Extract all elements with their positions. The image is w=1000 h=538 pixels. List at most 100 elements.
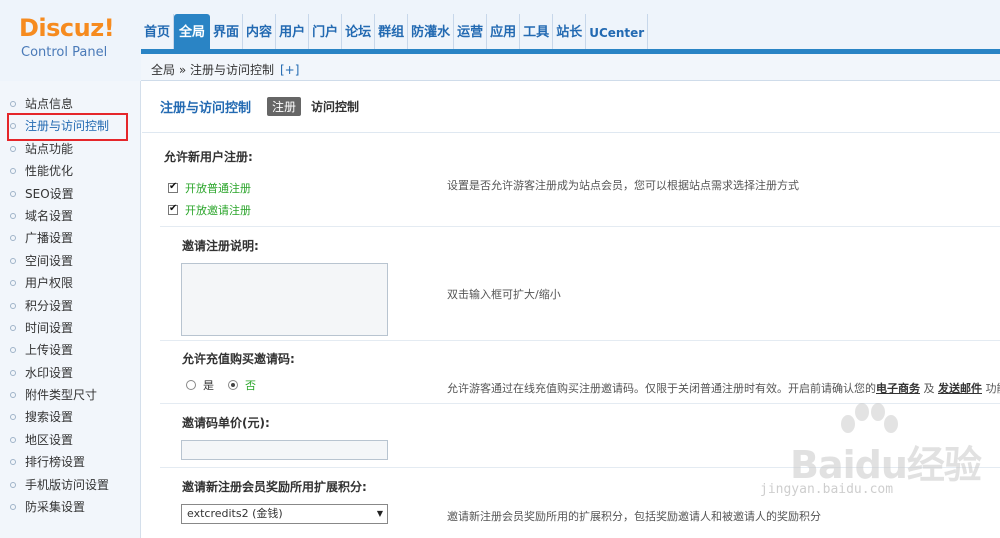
row-divider [160, 403, 1000, 404]
invite-desc-label: 邀请注册说明: [182, 239, 259, 253]
sidebar-item-label: 地区设置 [25, 432, 74, 447]
bullet-icon [10, 257, 16, 264]
radio-yes[interactable]: 是 [186, 377, 214, 393]
sidebar-item-label: 防采集设置 [25, 500, 86, 515]
title-row: 注册与访问控制 注册 访问控制 [160, 97, 359, 116]
sidebar-list: 站点信息注册与访问控制 站点功能性能优化 SEO设置域名设置广播设置空间设置用户权限… [0, 93, 141, 518]
sidebar-item-15[interactable]: 地区设置 [0, 429, 141, 451]
allow-buy-label: 允许充值购买邀请码: [182, 352, 295, 366]
logo-sub: Control Panel [21, 45, 108, 60]
nav-item-10[interactable]: 应用 [487, 14, 521, 49]
bullet-icon [10, 123, 16, 130]
sidebar-item-14[interactable]: 搜索设置 [0, 406, 141, 428]
sidebar-item-17[interactable]: 手机版访问设置 [0, 474, 141, 496]
select-value: extcredits2 (金钱) [187, 507, 283, 520]
nav-item-3[interactable]: 内容 [243, 14, 277, 49]
nav-item-9[interactable]: 运营 [454, 14, 488, 49]
invite-desc-hint: 双击输入框可扩大/缩小 [447, 288, 561, 301]
sidebar-item-11[interactable]: 上传设置 [0, 339, 141, 361]
sidebar-item-label: SEO设置 [25, 186, 74, 201]
sidebar-item-18[interactable]: 防采集设置 [0, 496, 141, 518]
sidebar-item-label: 域名设置 [25, 208, 74, 223]
send-mail-link[interactable]: 发送邮件 [938, 382, 982, 395]
tab-access-control[interactable]: 访问控制 [311, 98, 359, 115]
sidebar-item-3[interactable]: 性能优化 [0, 160, 141, 182]
ecommerce-link[interactable]: 电子商务 [876, 382, 920, 395]
reward-credit-label: 邀请新注册会员奖励所用扩展积分: [182, 480, 367, 494]
bullet-icon [10, 101, 16, 107]
price-input[interactable] [181, 440, 388, 460]
nav-item-1[interactable]: 全局 [174, 14, 211, 49]
sidebar-item-label: 性能优化 [25, 164, 74, 179]
sidebar-item-label: 站点功能 [25, 141, 74, 156]
checkbox-invite-register[interactable]: 开放邀请注册 [168, 202, 251, 218]
bullet-icon [10, 392, 16, 399]
sidebar-item-5[interactable]: 域名设置 [0, 205, 141, 227]
main-content: 注册与访问控制 注册 访问控制 允许新用户注册: 开放普通注册 开放邀请注册 设… [142, 82, 1000, 538]
logo[interactable]: Discuz! Control Panel [0, 0, 141, 81]
checkbox-box[interactable] [168, 181, 178, 193]
nav-item-5[interactable]: 门户 [309, 14, 343, 49]
radio-circle[interactable] [228, 380, 238, 390]
bullet-icon [10, 369, 16, 376]
sidebar-item-label: 手机版访问设置 [25, 477, 110, 492]
checkbox-box[interactable] [168, 203, 178, 215]
top-nav: 首页 全局 界面 内容 用户 门户 论坛 群组 防灌水 运营 应用 工具 站长 UCenter [141, 14, 649, 49]
tab-register[interactable]: 注册 [267, 97, 302, 116]
bullet-icon [10, 212, 16, 219]
bullet-icon [10, 414, 16, 421]
radio-circle[interactable] [186, 380, 196, 390]
hint-text: 允许游客通过在线充值购买注册邀请码。仅限于关闭普通注册时有效。开启前请确认您的 [447, 382, 876, 395]
sidebar-item-0[interactable]: 站点信息 [0, 93, 141, 115]
invite-desc-textarea[interactable] [181, 263, 388, 336]
sidebar-item-label: 时间设置 [25, 320, 74, 335]
divider [142, 132, 1000, 133]
nav-item-11[interactable]: 工具 [520, 14, 554, 49]
sidebar: 站点信息注册与访问控制 站点功能性能优化 SEO设置域名设置广播设置空间设置用户权限… [0, 81, 141, 538]
sidebar-item-7[interactable]: 空间设置 [0, 250, 141, 272]
radio-label: 否 [245, 379, 256, 392]
bullet-icon [10, 302, 16, 309]
sidebar-item-4[interactable]: SEO设置 [0, 183, 141, 205]
chevron-down-icon: ▼ [376, 509, 383, 518]
nav-item-13[interactable]: UCenter [586, 14, 649, 49]
sidebar-item-label: 空间设置 [25, 253, 74, 268]
bullet-icon [10, 190, 16, 197]
bullet-icon [10, 280, 16, 287]
sidebar-item-label: 水印设置 [25, 365, 74, 380]
bullet-icon [10, 145, 16, 152]
checkbox-label: 开放邀请注册 [185, 204, 251, 217]
sidebar-item-13[interactable]: 附件类型尺寸 [0, 384, 141, 406]
page-title: 注册与访问控制 [160, 101, 252, 116]
nav-item-2[interactable]: 界面 [210, 14, 244, 49]
row-divider [160, 226, 1000, 227]
nav-item-12[interactable]: 站长 [553, 14, 587, 49]
sidebar-item-label: 站点信息 [25, 97, 74, 111]
sidebar-item-1[interactable]: 注册与访问控制 [0, 113, 141, 142]
sidebar-item-10[interactable]: 时间设置 [0, 317, 141, 339]
bullet-icon [10, 481, 16, 488]
bullet-icon [10, 347, 16, 354]
radio-label: 是 [203, 379, 214, 392]
checkbox-normal-register[interactable]: 开放普通注册 [168, 180, 251, 196]
sidebar-item-label: 注册与访问控制 [25, 119, 110, 134]
nav-item-7[interactable]: 群组 [375, 14, 409, 49]
sidebar-item-12[interactable]: 水印设置 [0, 362, 141, 384]
sidebar-item-2[interactable]: 站点功能 [0, 138, 141, 160]
reward-credit-select[interactable]: extcredits2 (金钱) ▼ [181, 504, 388, 524]
logo-main: Discuz! [19, 14, 115, 42]
radio-no[interactable]: 否 [228, 377, 256, 393]
nav-item-0[interactable]: 首页 [141, 14, 175, 49]
sidebar-item-16[interactable]: 排行榜设置 [0, 451, 141, 473]
add-shortcut-link[interactable]: [+] [280, 63, 299, 77]
sidebar-item-8[interactable]: 用户权限 [0, 272, 141, 294]
allow-register-hint: 设置是否允许游客注册成为站点会员，您可以根据站点需求选择注册方式 [447, 179, 799, 192]
sidebar-item-9[interactable]: 积分设置 [0, 295, 141, 317]
bullet-icon [10, 504, 16, 511]
nav-item-4[interactable]: 用户 [276, 14, 310, 49]
hint-text: 及 [923, 382, 935, 395]
row-divider [160, 467, 1000, 468]
nav-item-8[interactable]: 防灌水 [408, 14, 455, 49]
sidebar-item-6[interactable]: 广播设置 [0, 227, 141, 249]
nav-item-6[interactable]: 论坛 [342, 14, 376, 49]
